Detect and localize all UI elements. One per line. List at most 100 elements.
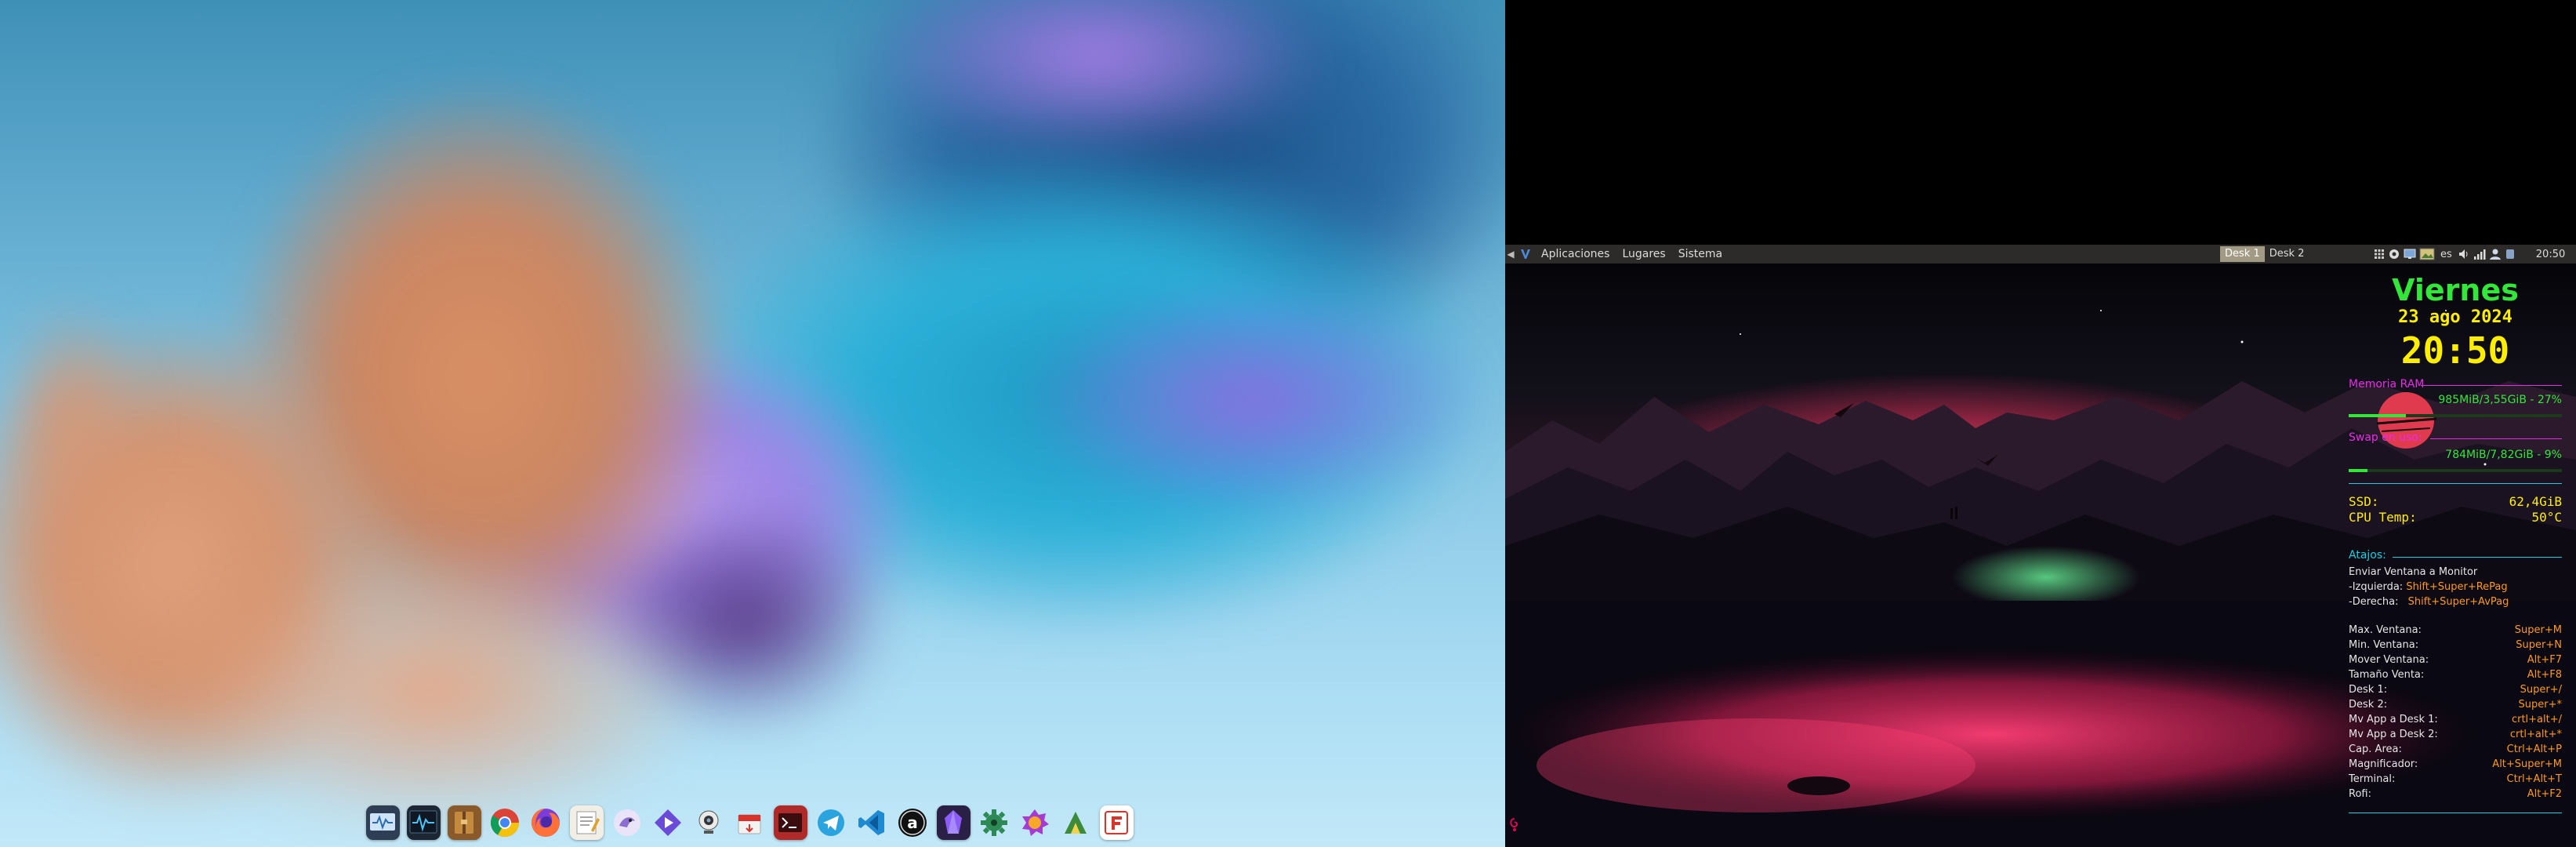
workspace-desk-2[interactable]: Desk 2 bbox=[2265, 246, 2309, 262]
conky-shortcut-label: Desk 2: bbox=[2349, 699, 2388, 711]
apps-grid-icon[interactable] bbox=[2374, 249, 2385, 260]
conky-bottom-divider bbox=[2349, 812, 2562, 813]
settings-gear-icon[interactable] bbox=[2388, 248, 2400, 260]
conky-date: 23 ago 2024 bbox=[2398, 307, 2513, 327]
conky-shortcut-keys: Alt+F8 bbox=[2527, 669, 2562, 681]
conky-shortcut-row: Desk 1: Super+/ bbox=[2349, 684, 2562, 696]
conky-shortcut-label: Tamaño Venta: bbox=[2349, 669, 2425, 681]
conky-shortcut-label: Cap. Area: bbox=[2349, 743, 2402, 755]
volume-icon[interactable] bbox=[2458, 248, 2470, 260]
conky-shortcut-row: Rofi: Alt+F2 bbox=[2349, 788, 2562, 800]
firefox-icon[interactable] bbox=[529, 805, 563, 840]
conky-shortcut-label: Mover Ventana: bbox=[2349, 654, 2429, 666]
terminal-app-icon[interactable] bbox=[773, 805, 807, 840]
conky-ram-label: Memoria RAM bbox=[2349, 378, 2425, 391]
telegram-icon[interactable] bbox=[815, 805, 848, 840]
conky-shortcut-label: Mv App a Desk 1: bbox=[2349, 714, 2438, 725]
conky-shortcut-row: Min. Ventana: Super+N bbox=[2349, 639, 2562, 651]
user-account-icon[interactable] bbox=[2489, 248, 2502, 260]
python-idle-icon[interactable] bbox=[1059, 805, 1093, 840]
network-signal-icon[interactable] bbox=[2473, 248, 2486, 260]
gear-settings-icon[interactable] bbox=[978, 805, 1011, 840]
system-monitor-icon[interactable] bbox=[365, 805, 400, 840]
panel-left-arrow-icon[interactable]: ◀ bbox=[1505, 249, 1516, 260]
keyboard-layout-indicator[interactable]: es bbox=[2440, 249, 2452, 260]
conky-day: Viernes bbox=[2392, 273, 2519, 307]
conky-shortcut-label: Rofi: bbox=[2349, 788, 2371, 800]
conky-swap-bar bbox=[2349, 469, 2562, 472]
text-editor-icon[interactable] bbox=[569, 805, 604, 840]
workspace-desk-1[interactable]: Desk 1 bbox=[2220, 246, 2265, 262]
archive-manager-icon[interactable] bbox=[447, 805, 481, 840]
conky-shortcut-row: Magnificador: Alt+Super+M bbox=[2349, 758, 2562, 770]
conky-ssd-value: 62,4GiB bbox=[2509, 494, 2562, 509]
conky-izquierda-label: -Izquierda: bbox=[2349, 581, 2404, 593]
conky-shortcut-label: Mv App a Desk 2: bbox=[2349, 729, 2438, 740]
conky-ram-value: 985MiB/3,55GiB - 27% bbox=[2438, 394, 2562, 406]
conky-shortcut-keys: Super+N bbox=[2516, 639, 2562, 651]
conky-shortcut-row: Desk 2: Super+* bbox=[2349, 699, 2562, 711]
right-monitor-desktop: ◀ Aplicaciones Lugares Sistema Desk 1 De… bbox=[1505, 0, 2576, 847]
bird-app-icon[interactable] bbox=[611, 805, 644, 840]
menu-sistema[interactable]: Sistema bbox=[1672, 248, 1729, 260]
conky-shortcut-row: Mv App a Desk 1: crtl+alt+/ bbox=[2349, 714, 2562, 725]
media-player-icon[interactable] bbox=[651, 805, 685, 840]
webcam-icon[interactable] bbox=[692, 805, 726, 840]
conky-shortcut-row: Terminal: Ctrl+Alt+T bbox=[2349, 773, 2562, 785]
conky-shortcut-row: Mv App a Desk 2: crtl+alt+* bbox=[2349, 729, 2562, 740]
conky-shortcut-keys: Alt+Super+M bbox=[2492, 758, 2562, 770]
conky-shortcut-label: Min. Ventana: bbox=[2349, 639, 2419, 651]
conky-derecha-label: -Derecha: bbox=[2349, 596, 2399, 608]
conky-shortcut-keys: Super+* bbox=[2518, 699, 2562, 711]
conky-shortcut-keys: Alt+F7 bbox=[2527, 654, 2562, 666]
conky-derecha-keys: Shift+Super+AvPag bbox=[2407, 596, 2509, 608]
top-panel: ◀ Aplicaciones Lugares Sistema Desk 1 De… bbox=[1505, 245, 2576, 264]
display-icon[interactable] bbox=[2404, 248, 2416, 260]
conky-shortcut-label: Terminal: bbox=[2349, 773, 2396, 785]
panel-clock[interactable]: 20:50 bbox=[2536, 249, 2565, 260]
photo-app-icon[interactable] bbox=[1018, 805, 1052, 840]
chrome-icon[interactable] bbox=[488, 805, 522, 840]
conky-ram-bar-fill bbox=[2349, 414, 2407, 417]
conky-izquierda-row: -Izquierda: Shift+Super+RePag bbox=[2349, 581, 2508, 593]
menu-lugares[interactable]: Lugares bbox=[1616, 248, 1671, 260]
image-viewer-icon[interactable] bbox=[2419, 248, 2435, 260]
conky-ssd-divider bbox=[2349, 483, 2562, 484]
conky-swap-label: Swap en uso: bbox=[2349, 431, 2422, 444]
conky-izquierda-keys: Shift+Super+RePag bbox=[2406, 581, 2508, 593]
conky-shortcut-keys: Alt+F2 bbox=[2527, 788, 2562, 800]
power-icon[interactable] bbox=[2505, 248, 2516, 260]
workspace-switcher: Desk 1 Desk 2 bbox=[2220, 246, 2309, 262]
conky-shortcut-row: Mover Ventana: Alt+F7 bbox=[2349, 654, 2562, 666]
conky-derecha-row: -Derecha: Shift+Super+AvPag bbox=[2349, 596, 2509, 608]
vscode-icon[interactable] bbox=[855, 805, 889, 840]
conky-atajos-divider bbox=[2393, 557, 2562, 558]
conky-swap-bar-fill bbox=[2349, 469, 2368, 472]
conky-swap-value: 784MiB/7,82GiB - 9% bbox=[2445, 449, 2562, 461]
conky-shortcut-keys: Super+/ bbox=[2520, 684, 2562, 696]
conky-monitor-header: Enviar Ventana a Monitor bbox=[2349, 566, 2478, 578]
conky-shortcut-keys: crtl+alt+* bbox=[2509, 729, 2562, 740]
conky-shortcut-keys: Super+M bbox=[2514, 624, 2562, 636]
conky-shortcut-row: Tamaño Venta: Alt+F8 bbox=[2349, 669, 2562, 681]
application-dock: a bbox=[362, 802, 1137, 844]
obsidian-icon[interactable] bbox=[936, 805, 971, 840]
system-tray: es 20:50 ▶ bbox=[2374, 247, 2576, 261]
conky-shortcut-label: Magnificador: bbox=[2349, 758, 2418, 770]
conky-shortcut-row: Max. Ventana: Super+M bbox=[2349, 624, 2562, 636]
activity-monitor-icon[interactable] bbox=[406, 805, 441, 840]
conky-shortcut-keys: Ctrl+Alt+P bbox=[2506, 743, 2562, 755]
conky-ram-divider bbox=[2421, 385, 2562, 386]
conky-ram-bar bbox=[2349, 414, 2562, 417]
conky-system-widget: Viernes 23 ago 2024 20:50 Memoria RAM 98… bbox=[2349, 273, 2576, 814]
amazon-icon[interactable]: a bbox=[896, 805, 930, 840]
menu-logo-icon[interactable] bbox=[1519, 248, 1532, 260]
package-installer-icon[interactable] bbox=[733, 805, 767, 840]
svg-text:a: a bbox=[907, 813, 918, 832]
left-monitor-desktop: a bbox=[0, 0, 1505, 847]
debian-swirl-icon[interactable] bbox=[1508, 817, 1521, 833]
conky-swap-divider bbox=[2430, 438, 2562, 439]
menu-aplicaciones[interactable]: Aplicaciones bbox=[1535, 248, 1616, 260]
conky-shortcut-label: Max. Ventana: bbox=[2349, 624, 2422, 636]
flameshot-icon[interactable] bbox=[1099, 805, 1134, 840]
